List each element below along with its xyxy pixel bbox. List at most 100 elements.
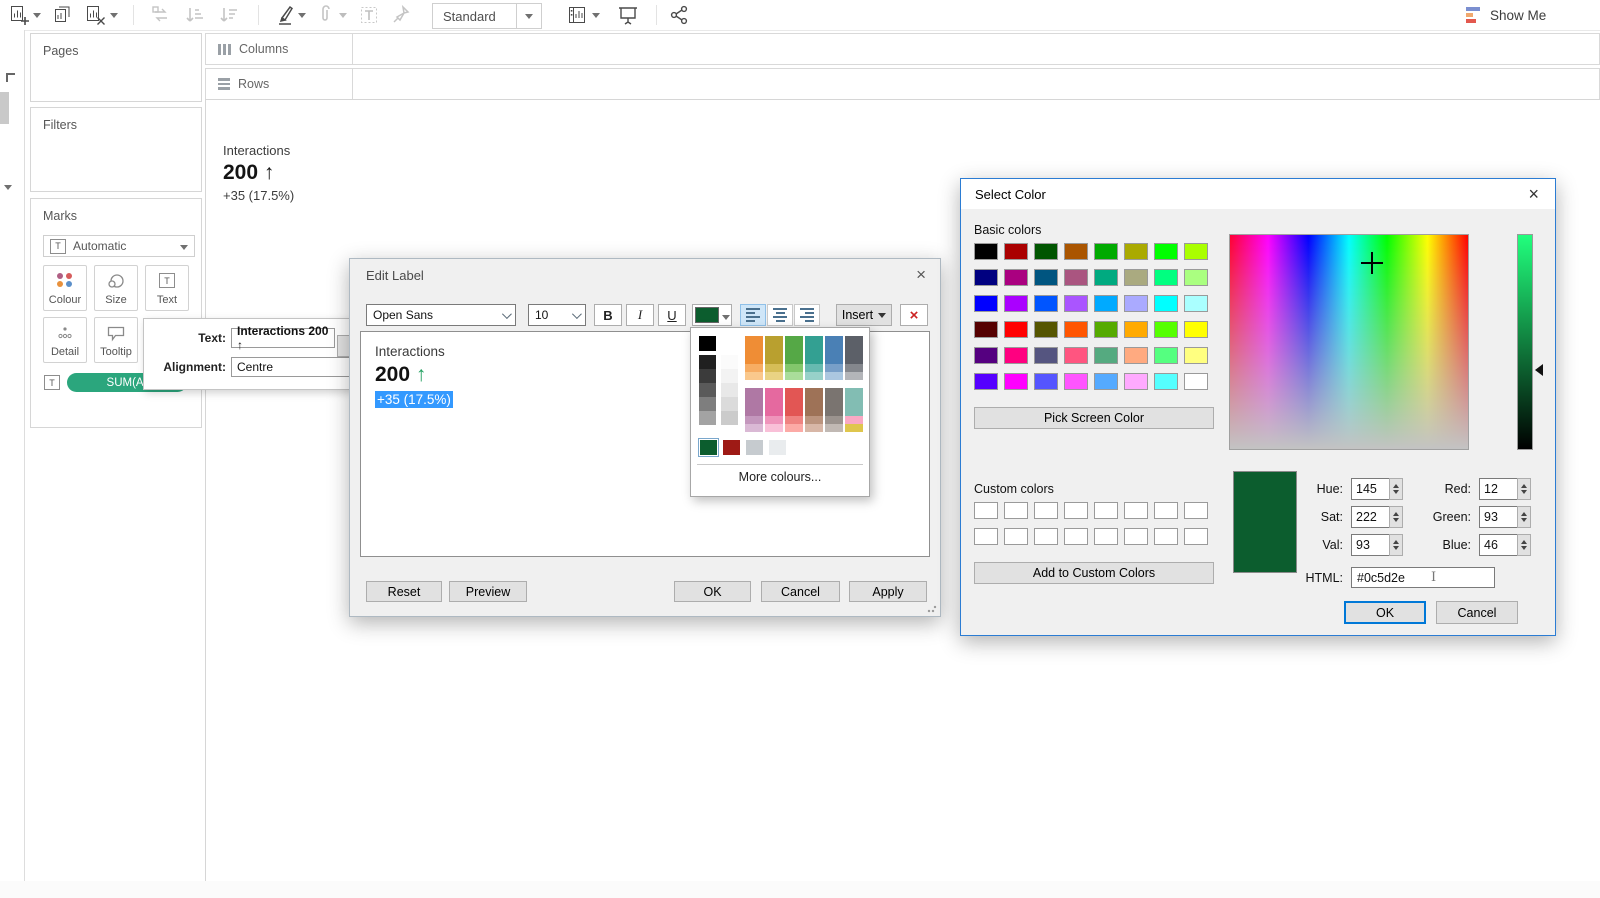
palette-swatch[interactable] [721,369,738,383]
resize-grip[interactable] [927,603,937,613]
basic-color-swatch[interactable] [974,243,998,260]
group-members-caret[interactable] [339,3,347,27]
palette-swatch[interactable] [721,411,738,425]
basic-color-swatch[interactable] [1184,347,1208,364]
basic-color-swatch[interactable] [1094,321,1118,338]
custom-color-swatch[interactable] [1094,528,1118,545]
palette-swatch[interactable] [721,355,738,369]
swap-axes-icon[interactable] [150,3,172,27]
basic-color-swatch[interactable] [1124,321,1148,338]
palette-swatch[interactable] [745,364,763,372]
basic-color-swatch[interactable] [1064,347,1088,364]
palette-swatch[interactable] [723,440,740,455]
align-right-button[interactable] [794,304,820,326]
value-slider-arrow[interactable] [1535,364,1543,376]
text-field-value[interactable]: Interactions 200 ↑ [231,324,335,352]
palette-swatch[interactable] [745,388,763,416]
rail-caret-down-icon[interactable] [4,178,12,193]
basic-color-swatch[interactable] [1094,243,1118,260]
palette-swatch[interactable] [765,416,783,424]
select-color-titlebar[interactable]: Select Color × [961,179,1555,209]
palette-swatch[interactable] [765,388,783,416]
select-color-cancel-button[interactable]: Cancel [1436,601,1518,624]
show-hide-cards-caret[interactable] [592,3,600,27]
basic-color-swatch[interactable] [1034,347,1058,364]
add-custom-colors-button[interactable]: Add to Custom Colors [974,562,1214,584]
palette-swatch[interactable] [699,411,716,425]
palette-swatch[interactable] [825,372,843,380]
mark-labels-icon[interactable] [358,3,380,27]
hue-sat-map[interactable] [1229,234,1469,450]
basic-color-swatch[interactable] [1184,269,1208,286]
palette-swatch[interactable] [805,364,823,372]
basic-color-swatch[interactable] [1064,295,1088,312]
pages-card[interactable]: Pages [30,33,202,102]
show-me-button[interactable]: Show Me [1490,3,1546,27]
basic-color-swatch[interactable] [1034,295,1058,312]
red-spinner[interactable]: 12 [1479,478,1531,500]
show-me-icon[interactable] [1466,3,1480,27]
palette-swatch[interactable] [721,383,738,397]
value-slider[interactable] [1517,234,1533,450]
highlight-icon[interactable] [274,3,296,27]
font-color-button[interactable] [692,304,732,326]
palette-swatch[interactable] [785,388,803,416]
mark-type-dropdown[interactable]: T Automatic [43,235,195,257]
green-spinner[interactable]: 93 [1479,506,1531,528]
pick-screen-color-button[interactable]: Pick Screen Color [974,407,1214,429]
new-worksheet-icon[interactable] [8,3,30,27]
basic-color-swatch[interactable] [1034,373,1058,390]
basic-color-swatch[interactable] [1184,373,1208,390]
custom-color-swatch[interactable] [1184,528,1208,545]
delete-format-button[interactable]: × [900,304,928,326]
sat-spinner[interactable]: 222 [1351,506,1403,528]
palette-swatch[interactable] [845,424,863,432]
palette-swatch[interactable] [845,416,863,424]
basic-color-swatch[interactable] [1094,269,1118,286]
sort-ascending-icon[interactable] [184,3,206,27]
basic-color-swatch[interactable] [1004,243,1028,260]
palette-swatch[interactable] [825,388,843,416]
custom-color-swatch[interactable] [1154,502,1178,519]
palette-swatch[interactable] [825,416,843,424]
basic-color-swatch[interactable] [1154,243,1178,260]
size-button[interactable]: Size [94,265,138,311]
basic-color-swatch[interactable] [1034,269,1058,286]
presentation-mode-icon[interactable] [616,3,640,27]
custom-color-swatch[interactable] [1004,502,1028,519]
basic-color-swatch[interactable] [1124,295,1148,312]
palette-swatch[interactable] [825,424,843,432]
palette-swatch[interactable] [785,364,803,372]
basic-color-swatch[interactable] [1064,269,1088,286]
val-spinner[interactable]: 93 [1351,534,1403,556]
share-icon[interactable] [668,3,690,27]
palette-swatch[interactable] [785,416,803,424]
basic-color-swatch[interactable] [1064,373,1088,390]
palette-swatch[interactable] [699,336,716,351]
show-hide-cards-icon[interactable] [566,3,590,27]
palette-swatch[interactable] [765,372,783,380]
fit-selector[interactable]: Standard [432,3,542,29]
palette-swatch[interactable] [745,336,763,364]
basic-color-swatch[interactable] [1064,243,1088,260]
palette-swatch[interactable] [805,424,823,432]
apply-button[interactable]: Apply [849,581,927,602]
palette-swatch[interactable] [805,372,823,380]
palette-swatch[interactable] [746,440,763,455]
custom-color-swatch[interactable] [1064,528,1088,545]
blue-spinner[interactable]: 46 [1479,534,1531,556]
preview-button[interactable]: Preview [449,581,527,602]
custom-color-swatch[interactable] [1094,502,1118,519]
underline-button[interactable]: U [658,304,686,326]
ok-button[interactable]: OK [674,581,751,602]
custom-color-swatch[interactable] [1184,502,1208,519]
basic-color-swatch[interactable] [1004,347,1028,364]
basic-color-swatch[interactable] [1154,269,1178,286]
basic-color-swatch[interactable] [1124,269,1148,286]
palette-swatch[interactable] [785,372,803,380]
italic-button[interactable]: I [626,304,654,326]
basic-color-swatch[interactable] [974,347,998,364]
basic-color-swatch[interactable] [974,373,998,390]
basic-color-swatch[interactable] [1184,295,1208,312]
detail-button[interactable]: Detail [43,317,87,363]
